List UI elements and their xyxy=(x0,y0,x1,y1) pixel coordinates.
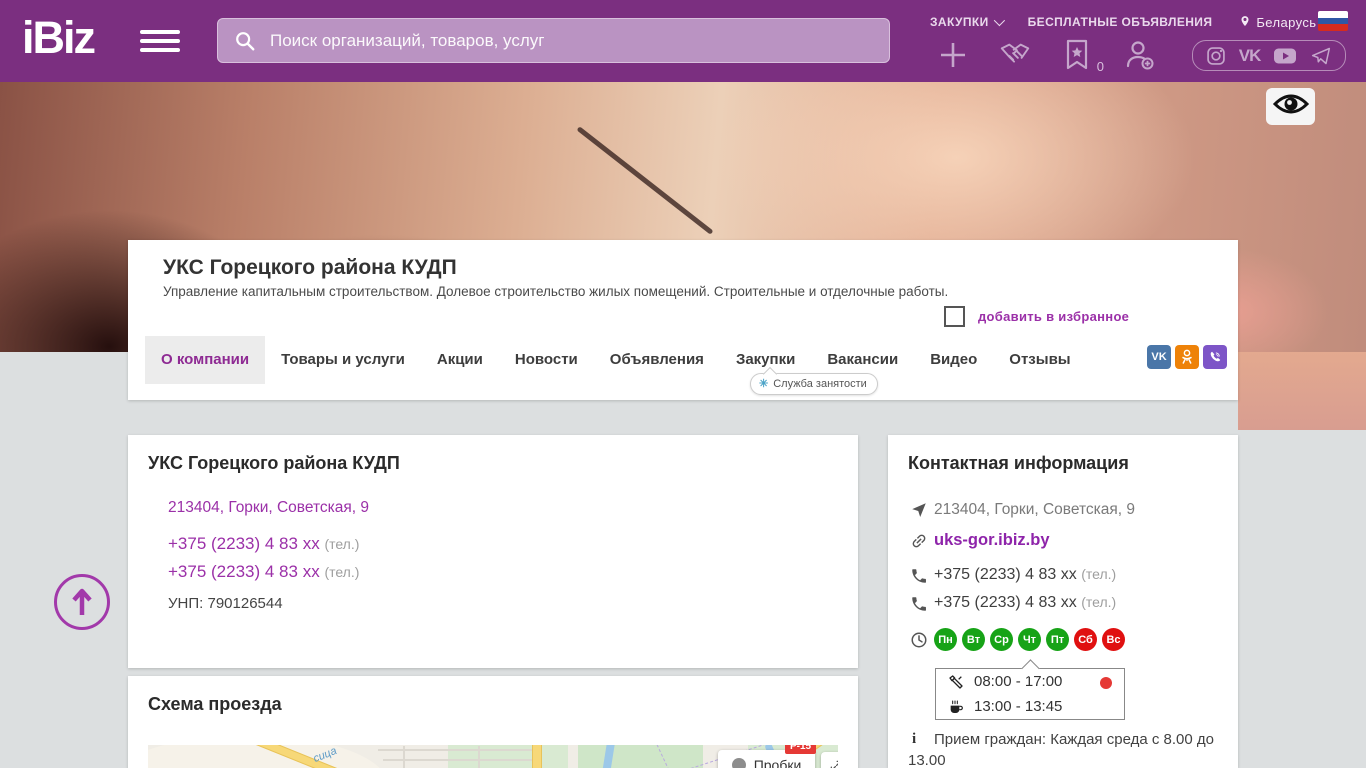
tab-about[interactable]: О компании xyxy=(145,336,266,384)
header-social-links: VK xyxy=(1192,40,1346,71)
header-icon-row: 0 xyxy=(936,38,1184,74)
eye-icon xyxy=(1272,92,1309,121)
map-expand-button[interactable] xyxy=(821,752,838,768)
traffic-icon xyxy=(731,758,746,768)
viber-button[interactable] xyxy=(1203,345,1227,369)
tab-promotions[interactable]: Акции xyxy=(421,336,499,384)
arrow-up-icon xyxy=(72,588,92,615)
contact-title: Контактная информация xyxy=(908,453,1129,473)
about-address-link[interactable]: 213404, Горки, Советская, 9 xyxy=(168,499,369,517)
ok-share-button[interactable] xyxy=(1175,345,1199,369)
company-tabs: О компании Товары и услуги Акции Новости… xyxy=(145,336,1087,384)
phone-icon xyxy=(912,569,926,583)
company-description: Управление капитальным строительством. Д… xyxy=(163,284,949,299)
accessibility-eye-button[interactable] xyxy=(1266,88,1315,125)
expand-icon xyxy=(830,760,838,768)
purchases-link[interactable]: ЗАКУПКИ xyxy=(930,14,1005,29)
work-hours: 08:00 - 17:00 xyxy=(974,673,1063,690)
employment-service-icon: ✳ xyxy=(759,378,769,390)
website-link[interactable]: uks-gor.ibiz.by xyxy=(934,531,1050,550)
day-sun[interactable]: Вс xyxy=(1102,628,1125,651)
about-phone-1[interactable]: +375 (2233) 4 83 xx (тел.) xyxy=(168,534,359,554)
clock-icon xyxy=(911,632,927,648)
header: iBiz ЗАКУПКИ БЕСПЛАТНЫЕ ОБЪЯВЛЕНИЯ Белар… xyxy=(0,0,1366,82)
phone-suffix: (тел.) xyxy=(324,536,360,552)
phone-suffix: (тел.) xyxy=(324,564,360,580)
instagram-icon[interactable] xyxy=(1206,46,1226,66)
page: iBiz ЗАКУПКИ БЕСПЛАТНЫЕ ОБЪЯВЛЕНИЯ Белар… xyxy=(0,0,1366,768)
handshake-partners-icon[interactable] xyxy=(998,38,1032,72)
reception-note: Прием граждан: Каждая среда с 8.00 до 13… xyxy=(908,731,1214,768)
language-flag-russian[interactable] xyxy=(1318,11,1348,31)
break-hours: 13:00 - 13:45 xyxy=(974,698,1063,715)
phone-suffix: (тел.) xyxy=(1081,594,1117,610)
contact-card: Контактная информация 213404, Горки, Сов… xyxy=(888,435,1238,768)
tab-news[interactable]: Новости xyxy=(499,336,594,384)
working-hours-popup: 08:00 - 17:00 13:00 - 13:45 xyxy=(935,668,1125,720)
add-plus-icon[interactable] xyxy=(936,38,970,72)
contact-phone-2[interactable]: +375 (2233) 4 83 xx (тел.) xyxy=(934,594,1116,612)
location-pin-icon xyxy=(1241,16,1249,27)
favorites-count: 0 xyxy=(1096,59,1104,74)
company-header-card: УКС Горецкого района КУДП Управление кап… xyxy=(128,240,1238,400)
favorite-label: добавить в избранное xyxy=(978,309,1130,324)
contact-phone-1[interactable]: +375 (2233) 4 83 xx (тел.) xyxy=(934,566,1116,584)
telegram-icon[interactable] xyxy=(1310,46,1332,66)
region-selector[interactable]: Беларусь xyxy=(1238,14,1316,30)
favorites-bookmark-icon[interactable]: 0 xyxy=(1060,38,1104,74)
menu-hamburger-icon[interactable] xyxy=(140,30,180,54)
search-input[interactable] xyxy=(268,29,832,52)
vacancy-tooltip: ✳ Служба занятости xyxy=(750,373,878,395)
company-name: УКС Горецкого района КУДП xyxy=(163,256,457,279)
navigation-arrow-icon xyxy=(912,503,926,518)
phone-icon xyxy=(912,597,926,611)
tab-reviews[interactable]: Отзывы xyxy=(993,336,1086,384)
about-title: УКС Горецкого района КУДП xyxy=(148,453,400,473)
company-unp: УНП: 790126544 xyxy=(168,595,283,612)
tab-products[interactable]: Товары и услуги xyxy=(265,336,421,384)
add-to-favorites[interactable]: добавить в избранное xyxy=(944,306,1129,327)
chevron-down-icon xyxy=(993,14,1005,27)
road-badge: Р-15 xyxy=(785,745,817,754)
work-tools-icon xyxy=(946,674,966,690)
day-mon[interactable]: Пн xyxy=(934,628,957,651)
free-ads-link[interactable]: БЕСПЛАТНЫЕ ОБЪЯВЛЕНИЯ xyxy=(1028,15,1213,29)
day-sat[interactable]: Сб xyxy=(1074,628,1097,651)
day-wed[interactable]: Ср xyxy=(990,628,1013,651)
search-icon xyxy=(236,31,255,50)
contact-address: 213404, Горки, Советская, 9 xyxy=(934,501,1136,518)
break-coffee-icon xyxy=(946,699,966,715)
vk-share-button[interactable]: VK xyxy=(1147,345,1171,369)
schedule-days: Пн Вт Ср Чт Пт Сб Вс xyxy=(934,628,1130,651)
vacancy-tooltip-label: Служба занятости xyxy=(773,377,867,390)
closed-now-indicator xyxy=(1100,677,1112,689)
day-tue[interactable]: Вт xyxy=(962,628,985,651)
search-bar xyxy=(217,18,890,63)
favorite-checkbox[interactable] xyxy=(944,306,965,327)
day-fri[interactable]: Пт xyxy=(1046,628,1069,651)
about-card: УКС Горецкого района КУДП 213404, Горки,… xyxy=(128,435,858,668)
link-icon xyxy=(912,534,926,548)
scroll-to-top-button[interactable] xyxy=(54,574,110,630)
map-title: Схема проезда xyxy=(148,694,282,714)
map-card: Схема проезда сица Р-15 Пробки xyxy=(128,676,858,768)
hero-photo-right xyxy=(1238,352,1366,430)
company-social-buttons: VK xyxy=(1143,345,1227,369)
day-thu[interactable]: Чт xyxy=(1018,628,1041,651)
tab-ads[interactable]: Объявления xyxy=(594,336,720,384)
map[interactable]: сица Р-15 Пробки xyxy=(148,745,838,768)
about-phone-2[interactable]: +375 (2233) 4 83 xx (тел.) xyxy=(168,562,359,582)
youtube-icon[interactable] xyxy=(1273,47,1297,65)
phone-suffix: (тел.) xyxy=(1081,566,1117,582)
vk-icon[interactable]: VK xyxy=(1239,46,1262,66)
tab-video[interactable]: Видео xyxy=(914,336,993,384)
logo[interactable]: iBiz xyxy=(22,12,96,64)
top-links: ЗАКУПКИ БЕСПЛАТНЫЕ ОБЪЯВЛЕНИЯ Беларусь xyxy=(930,14,1358,30)
user-register-icon[interactable] xyxy=(1122,38,1156,72)
